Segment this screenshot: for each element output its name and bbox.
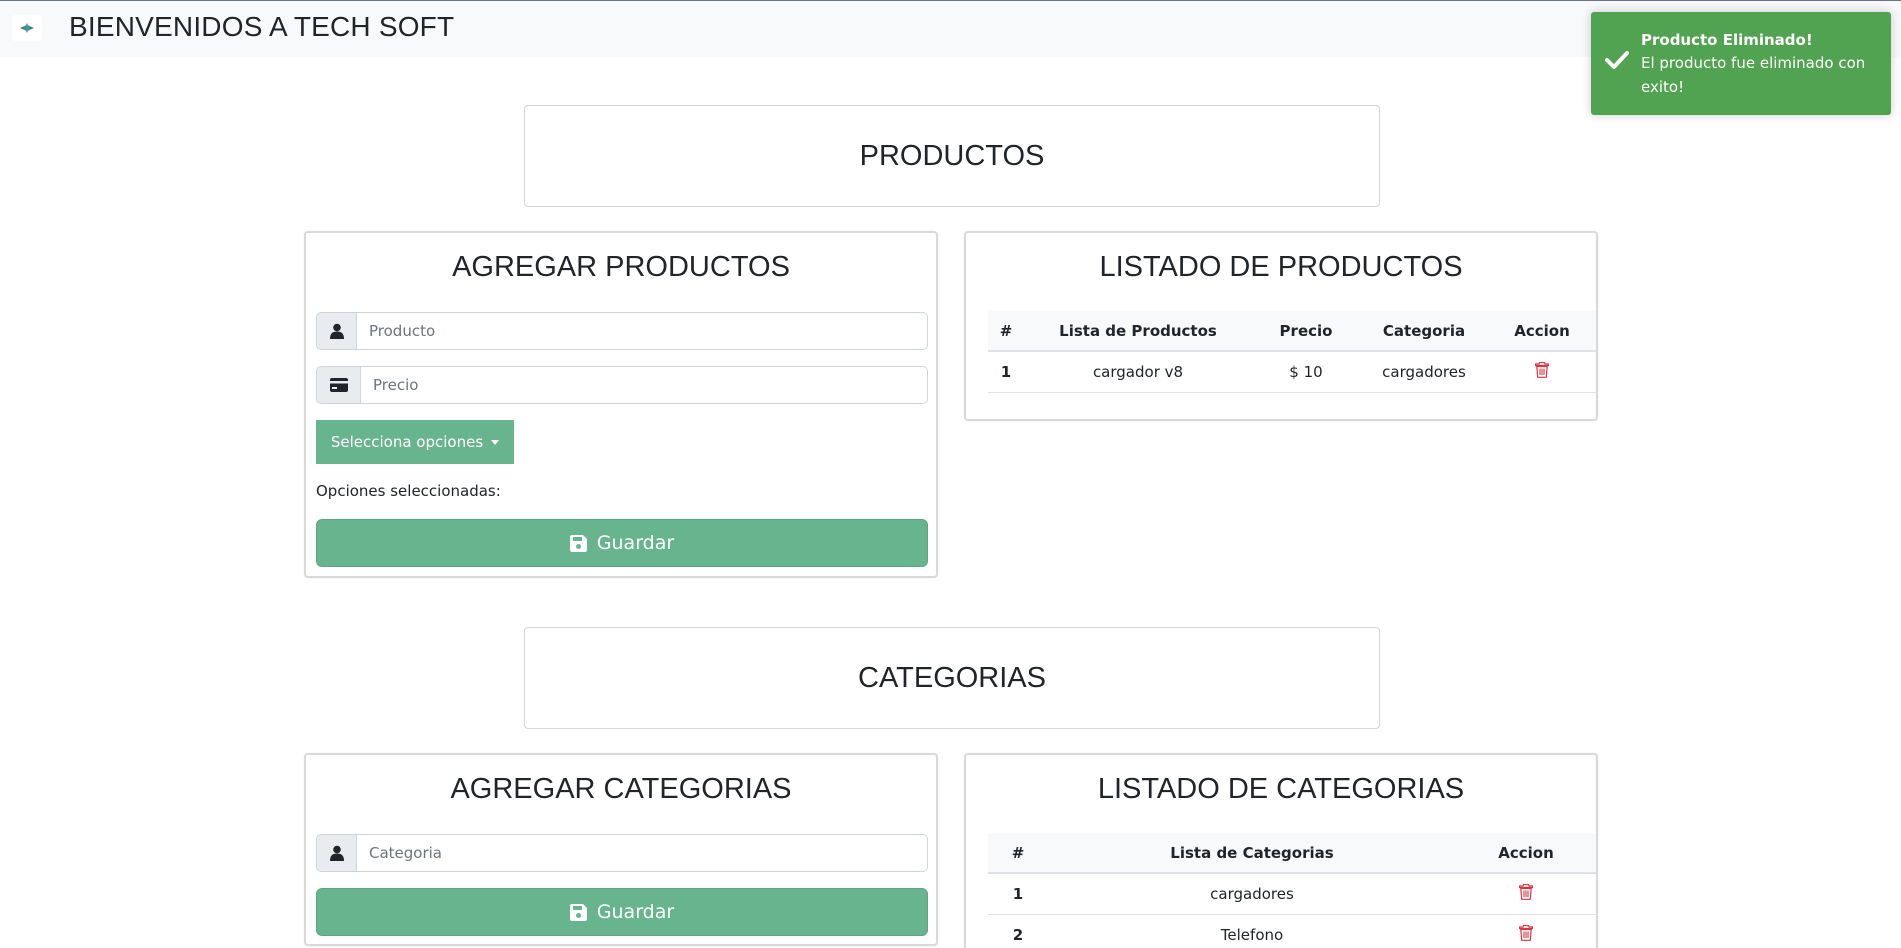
- col-number: #: [988, 833, 1048, 874]
- col-action: Accion: [1488, 311, 1596, 352]
- success-toast[interactable]: Producto Eliminado! El producto fue elim…: [1591, 12, 1891, 115]
- row-category-name: Telefono: [1048, 914, 1456, 948]
- row-price: $ 10: [1252, 351, 1360, 393]
- save-category-button[interactable]: Guardar: [316, 888, 928, 936]
- col-product-name: Lista de Productos: [1024, 311, 1252, 352]
- selected-options-label: Opciones seleccionadas:: [316, 482, 501, 500]
- save-product-label: Guardar: [596, 532, 675, 554]
- navbar-title[interactable]: BIENVENIDOS A TECH SOFT: [69, 11, 454, 43]
- table-row: 1 cargador v8 $ 10 cargadores: [988, 351, 1596, 393]
- col-category: Categoria: [1360, 311, 1488, 352]
- product-list-card: LISTADO DE PRODUCTOS # Lista de Producto…: [964, 231, 1598, 421]
- floppy-disk-icon: [569, 534, 587, 552]
- user-icon: [317, 313, 357, 349]
- floppy-disk-icon: [569, 903, 587, 921]
- category-name-input[interactable]: [357, 835, 927, 871]
- category-list-title: LISTADO DE CATEGORIAS: [1097, 773, 1465, 805]
- caret-down-icon: [491, 439, 500, 445]
- productos-section-title: PRODUCTOS: [524, 105, 1380, 207]
- row-product-name: cargador v8: [1024, 351, 1252, 393]
- row-action: [1456, 914, 1596, 948]
- product-table-header: # Lista de Productos Precio Categoria Ac…: [988, 311, 1596, 352]
- row-category: cargadores: [1360, 351, 1488, 393]
- row-action: [1456, 873, 1596, 915]
- add-product-title: AGREGAR PRODUCTOS: [452, 251, 790, 283]
- col-price: Precio: [1252, 311, 1360, 352]
- category-table-header: # Lista de Categorias Accion: [988, 833, 1596, 874]
- save-product-button[interactable]: Guardar: [316, 519, 928, 567]
- add-category-card: AGREGAR CATEGORIAS Guardar: [304, 753, 938, 946]
- product-table: # Lista de Productos Precio Categoria Ac…: [988, 311, 1596, 393]
- category-name-group: [316, 834, 928, 872]
- table-row: 1 cargadores: [988, 873, 1596, 915]
- product-price-group: [316, 366, 928, 404]
- col-category-name: Lista de Categorias: [1048, 833, 1456, 874]
- checkmark-icon: [1605, 50, 1629, 74]
- col-action: Accion: [1456, 833, 1596, 874]
- credit-card-icon: [317, 367, 361, 403]
- product-name-group: [316, 312, 928, 350]
- trash-icon[interactable]: [1518, 883, 1534, 904]
- category-table: # Lista de Categorias Accion 1 cargadore…: [988, 833, 1596, 948]
- row-number: 1: [988, 351, 1024, 393]
- col-number: #: [988, 311, 1024, 352]
- table-row: 2 Telefono: [988, 914, 1596, 948]
- add-category-title: AGREGAR CATEGORIAS: [450, 773, 792, 805]
- product-name-input[interactable]: [357, 313, 927, 349]
- trash-icon[interactable]: [1534, 361, 1550, 382]
- add-product-card: AGREGAR PRODUCTOS Selecciona opciones Op…: [304, 231, 938, 578]
- product-price-input[interactable]: [361, 367, 927, 403]
- row-number: 1: [988, 873, 1048, 915]
- row-action: [1488, 351, 1596, 393]
- sparkle-logo-icon[interactable]: [12, 15, 42, 41]
- save-category-label: Guardar: [596, 901, 675, 923]
- category-list-card: LISTADO DE CATEGORIAS # Lista de Categor…: [964, 753, 1598, 948]
- toast-message: El producto fue eliminado con exito!: [1641, 54, 1866, 96]
- product-list-title: LISTADO DE PRODUCTOS: [1099, 251, 1463, 283]
- dropdown-label: Selecciona opciones: [330, 433, 484, 451]
- toast-title: Producto Eliminado!: [1641, 31, 1813, 49]
- trash-icon[interactable]: [1518, 924, 1534, 945]
- categorias-section-title: CATEGORIAS: [524, 627, 1380, 729]
- user-icon: [317, 835, 357, 871]
- row-number: 2: [988, 914, 1048, 948]
- category-options-dropdown[interactable]: Selecciona opciones: [316, 420, 514, 464]
- row-category-name: cargadores: [1048, 873, 1456, 915]
